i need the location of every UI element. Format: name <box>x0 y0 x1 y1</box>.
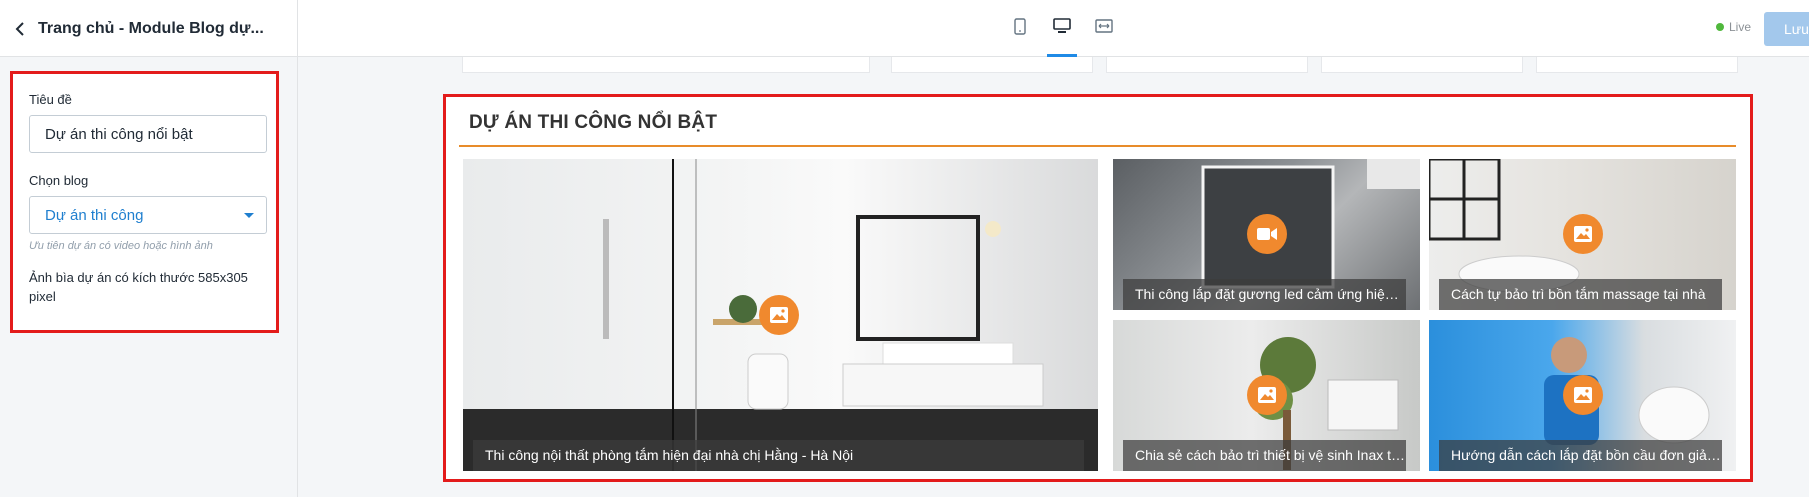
project-caption: Thi công nội thất phòng tắm hiện đại nhà… <box>473 440 1084 471</box>
blog-help-text: Ưu tiên dự án có video hoặc hình ảnh <box>29 240 213 252</box>
previous-section-card <box>1536 57 1738 73</box>
image-icon <box>1563 375 1603 415</box>
title-input[interactable] <box>29 115 267 153</box>
top-bar: Trang chủ - Module Blog dự... Live Lưu <box>0 0 1809 57</box>
previous-section-card <box>1106 57 1308 73</box>
cover-size-note: Ảnh bìa dự án có kích thước 585x305 pixe… <box>29 270 248 304</box>
mobile-view-button[interactable] <box>1005 0 1035 57</box>
previous-section-card <box>891 57 1093 73</box>
blog-module-preview[interactable]: DỰ ÁN THI CÔNG NỔI BẬT Thi công nội thất… <box>443 94 1753 482</box>
mobile-icon <box>1014 17 1026 40</box>
device-switcher <box>1005 0 1119 57</box>
video-icon <box>1247 214 1287 254</box>
project-card[interactable]: Thi công nội thất phòng tắm hiện đại nhà… <box>463 159 1098 471</box>
image-icon <box>1563 214 1603 254</box>
blog-select-value: Dự án thi công <box>45 206 144 224</box>
previous-section-card <box>1321 57 1523 73</box>
project-caption: Hướng dẫn cách lắp đặt bồn cầu đơn giản … <box>1439 440 1722 471</box>
live-status: Live <box>1716 20 1751 34</box>
live-dot-icon <box>1716 23 1724 31</box>
module-title-bar: DỰ ÁN THI CÔNG NỔI BẬT <box>459 101 1736 147</box>
back-arrow-icon[interactable] <box>12 21 28 37</box>
project-card[interactable]: Thi công lắp đặt gương led cảm ứng hiện … <box>1113 159 1420 310</box>
fullwidth-view-button[interactable] <box>1089 0 1119 57</box>
project-caption: Thi công lắp đặt gương led cảm ứng hiện … <box>1123 279 1406 310</box>
blog-field-label: Chọn blog <box>29 173 89 188</box>
module-heading: DỰ ÁN THI CÔNG NỔI BẬT <box>469 112 718 133</box>
title-field-label: Tiêu đề <box>29 92 72 107</box>
fullwidth-icon <box>1095 18 1113 39</box>
desktop-icon <box>1053 18 1071 39</box>
save-button[interactable]: Lưu <box>1764 12 1809 46</box>
project-card[interactable]: Hướng dẫn cách lắp đặt bồn cầu đơn giản … <box>1429 320 1736 471</box>
live-label: Live <box>1729 20 1752 34</box>
sidebar-header: Trang chủ - Module Blog dự... <box>0 0 298 57</box>
project-card[interactable]: Chia sẻ cách bảo trì thiết bị vệ sinh In… <box>1113 320 1420 471</box>
project-caption: Chia sẻ cách bảo trì thiết bị vệ sinh In… <box>1123 440 1406 471</box>
previous-section-card <box>462 57 870 73</box>
desktop-view-button[interactable] <box>1047 0 1077 57</box>
image-icon <box>1247 375 1287 415</box>
image-icon <box>759 295 799 335</box>
module-settings-card: Tiêu đề Chọn blog Dự án thi công Ưu tiên… <box>10 71 279 333</box>
page-title: Trang chủ - Module Blog dự... <box>38 19 264 37</box>
project-caption: Cách tự bảo trì bồn tắm massage tại nhà <box>1439 279 1722 310</box>
project-card[interactable]: Cách tự bảo trì bồn tắm massage tại nhà <box>1429 159 1736 310</box>
caret-down-icon <box>244 212 254 218</box>
settings-panel: Tiêu đề Chọn blog Dự án thi công Ưu tiên… <box>0 57 298 497</box>
blog-select[interactable]: Dự án thi công <box>29 196 267 234</box>
